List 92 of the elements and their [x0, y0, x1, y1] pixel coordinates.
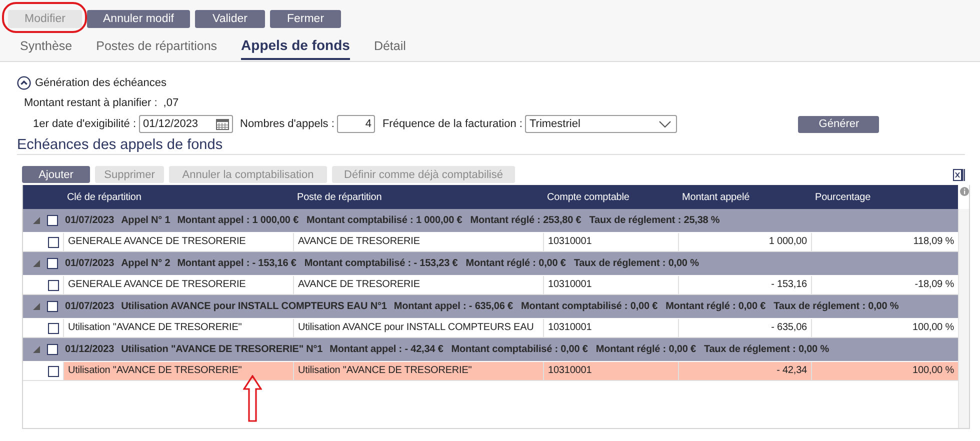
checkbox[interactable]	[47, 344, 58, 355]
group-summary-field: Montant appel : - 153,16 €	[177, 258, 296, 269]
table-row[interactable]: Utilisation "AVANCE DE TRESORERIE" Utilisation AVANCE pour INSTALL COMPTEURS EAU 10310001 - 635,06 100,00 %	[23, 319, 958, 338]
group-row[interactable]: 01/07/2023 Appel N° 1 Montant appel : 1 000,00 € Montant comptabilisé : 1 000,00 € Montant réglé : 253,80 € Taux de réglement : 25,38 %	[23, 209, 958, 233]
group-date: 01/12/2023	[65, 344, 114, 355]
tab[interactable]: Appels de fonds	[241, 37, 350, 60]
column-header[interactable]: Montant appelé	[678, 192, 811, 202]
table-cell: GENERALE AVANCE DE TRESORERIE	[63, 233, 293, 251]
info-icon[interactable]	[960, 187, 969, 196]
group-title: Utilisation AVANCE pour INSTALL COMPTEURS EAU N°1	[121, 301, 387, 312]
table-cell: - 153,16	[678, 276, 811, 294]
checkbox[interactable]	[47, 215, 58, 226]
table-cell: Utilisation "AVANCE DE TRESORERIE"	[63, 362, 293, 380]
group-title: Appel N° 2	[121, 258, 170, 269]
table-cell: 1 000,00	[678, 233, 811, 251]
expander-icon[interactable]	[33, 217, 40, 224]
table-row[interactable]: Utilisation "AVANCE DE TRESORERIE" Utilisation "AVANCE DE TRESORERIE" 10310001 - 42,34 100,00 %	[23, 362, 958, 381]
chevron-down-icon	[659, 120, 672, 128]
field-value: ,07	[163, 97, 179, 109]
group-summary-field: Montant appel : - 42,34 €	[330, 344, 444, 355]
tab[interactable]: Détail	[374, 39, 406, 60]
field-label: Fréquence de la facturation :	[382, 118, 522, 130]
field-label: Nombres d'appels :	[240, 118, 334, 130]
group-summary-field: Taux de réglement : 0,00 %	[574, 258, 699, 269]
table-cell: 10310001	[543, 276, 678, 294]
column-header[interactable]: Poste de répartition	[293, 192, 543, 202]
table-row[interactable]: GENERALE AVANCE DE TRESORERIE AVANCE DE TRESORERIE 10310001 1 000,00 118,09 %	[23, 233, 958, 252]
group-summary-field: Montant comptabilisé : 0,00 €	[520, 301, 658, 312]
checkbox[interactable]	[48, 322, 59, 334]
expander-icon[interactable]	[33, 260, 40, 267]
group-summary-field: Montant comptabilisé : - 153,23 €	[304, 258, 458, 269]
group-summary-field: Montant réglé : 253,80 €	[470, 215, 582, 226]
group-summary-field: Montant réglé : 0,00 €	[466, 258, 566, 269]
group-summary-field: Montant réglé : 0,00 €	[596, 344, 696, 355]
column-header[interactable]: Pourcentage	[811, 192, 958, 202]
number-field[interactable]: 4	[337, 115, 376, 133]
frequency-dropdown[interactable]: Trimestriel	[525, 115, 678, 133]
toolbar-button[interactable]: Annuler modif	[87, 10, 190, 28]
group-title: Utilisation "AVANCE DE TRESORERIE" N°1	[121, 344, 323, 355]
tab[interactable]: Postes de répartitions	[96, 39, 218, 60]
up-arrow-drawing	[243, 375, 262, 422]
field-label: Montant restant à planifier :	[24, 97, 158, 109]
table-cell: Utilisation "AVANCE DE TRESORERIE"	[63, 319, 293, 337]
checkbox[interactable]	[48, 366, 59, 376]
collapse-icon[interactable]	[17, 76, 31, 90]
table-cell: Utilisation AVANCE pour INSTALL COMPTEURS EAU	[293, 319, 543, 337]
checkbox[interactable]	[47, 301, 58, 312]
group-summary-field: Taux de réglement : 25,38 %	[589, 215, 720, 226]
group-summary-field: Montant comptabilisé : 1 000,00 €	[306, 215, 462, 226]
group-row[interactable]: 01/07/2023 Appel N° 2 Montant appel : - 153,16 € Montant comptabilisé : - 153,23 € Montant réglé : 0,00 € Taux de réglement : 0,00 %	[23, 252, 958, 276]
expander-icon[interactable]	[33, 303, 40, 310]
group-summary-field: Montant appel : - 635,06 €	[394, 301, 513, 312]
group-summary-field: Montant réglé : 0,00 €	[666, 301, 766, 312]
calendar-icon[interactable]	[216, 118, 229, 130]
group-date: 01/07/2023	[65, 301, 114, 312]
table-cell: Utilisation "AVANCE DE TRESORERIE"	[293, 362, 543, 380]
table-cell: - 42,34	[678, 362, 811, 380]
section-heading: Echéances des appels de fonds	[17, 137, 965, 155]
checkbox[interactable]	[48, 236, 59, 248]
column-header[interactable]: Compte comptable	[543, 192, 678, 202]
table-cell: GENERALE AVANCE DE TRESORERIE	[63, 276, 293, 294]
toolbar-button[interactable]: Valider	[195, 10, 265, 28]
spreadsheet-export-icon[interactable]	[953, 168, 965, 182]
group-row[interactable]: 01/07/2023 Utilisation AVANCE pour INSTALL COMPTEURS EAU N°1 Montant appel : - 635,06 € Montant comptabilisé : 0,00 € Montant réglé : 0,00 € Taux de réglement : 0,00 %	[23, 295, 958, 319]
scrollbar[interactable]	[958, 209, 969, 428]
table-cell: AVANCE DE TRESORERIE	[293, 276, 543, 294]
date-field[interactable]: 01/12/2023	[139, 115, 233, 133]
toolbar-button[interactable]: Fermer	[270, 10, 341, 28]
group-row[interactable]: 01/12/2023 Utilisation "AVANCE DE TRESORERIE" N°1 Montant appel : - 42,34 € Montant comptabilisé : 0,00 € Montant réglé : 0,00 € Taux de réglement : 0,00 %	[23, 338, 958, 362]
group-title: Appel N° 1	[121, 215, 170, 226]
action-button[interactable]: Ajouter	[22, 166, 90, 183]
table-row[interactable]: GENERALE AVANCE DE TRESORERIE AVANCE DE TRESORERIE 10310001 - 153,16 -18,09 %	[23, 276, 958, 295]
section-title: Génération des échéances	[35, 77, 166, 89]
table-cell: 10310001	[543, 233, 678, 251]
group-summary-field: Taux de réglement : 0,00 %	[704, 344, 829, 355]
checkbox[interactable]	[48, 280, 59, 290]
table-cell: 10310001	[543, 362, 678, 380]
group-date: 01/07/2023	[65, 215, 114, 226]
checkbox[interactable]	[47, 258, 58, 269]
group-date: 01/07/2023	[65, 258, 114, 269]
generate-button[interactable]: Générer	[798, 116, 880, 132]
table-cell: 10310001	[543, 319, 678, 337]
group-summary-field: Montant comptabilisé : 0,00 €	[451, 344, 588, 355]
field-label: 1er date d'exigibilité :	[33, 118, 136, 130]
tab[interactable]: Synthèse	[20, 39, 72, 60]
table-cell: AVANCE DE TRESORERIE	[293, 233, 543, 251]
table-cell: - 635,06	[678, 319, 811, 337]
table-cell: 100,00 %	[811, 362, 958, 380]
expander-icon[interactable]	[33, 346, 40, 353]
column-header[interactable]: Clé de répartition	[63, 192, 293, 202]
group-summary-field: Taux de réglement : 0,00 %	[774, 301, 899, 312]
group-summary-field: Montant appel : 1 000,00 €	[177, 215, 299, 226]
